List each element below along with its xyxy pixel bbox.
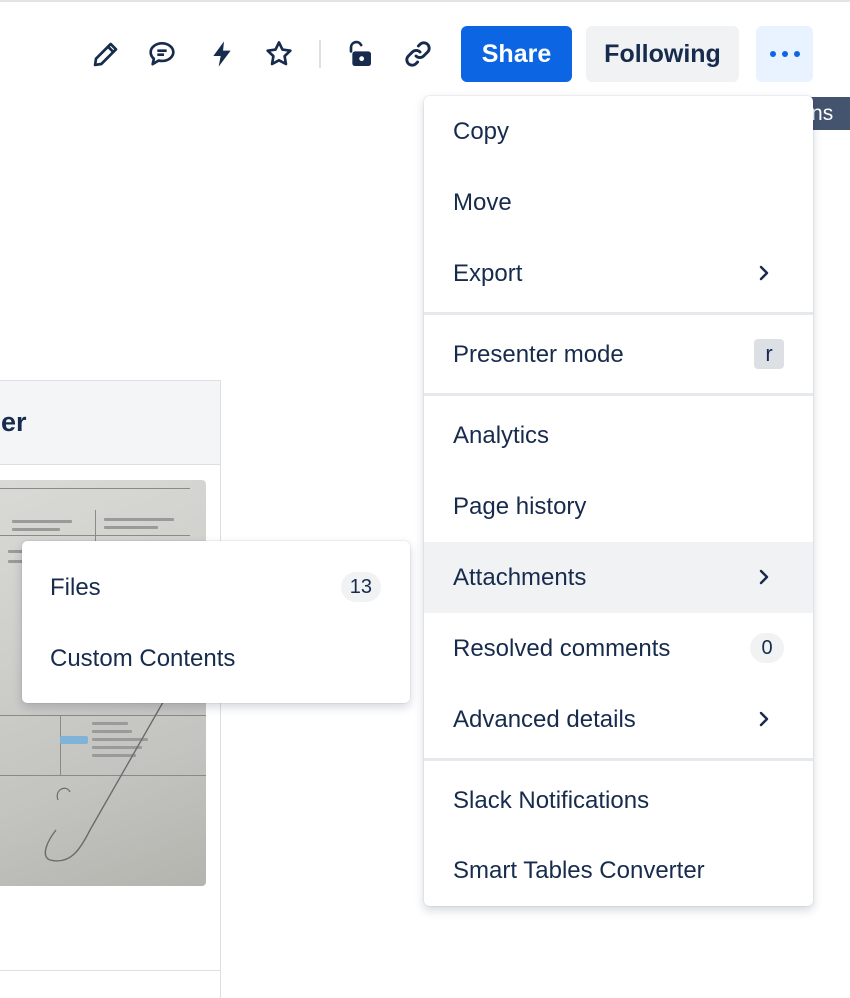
menu-item-label: Page history (453, 493, 587, 520)
menu-item-copy[interactable]: Copy (424, 96, 813, 167)
menu-divider (424, 393, 813, 396)
chevron-right-icon (759, 711, 769, 727)
menu-item-label: Export (453, 260, 523, 287)
menu-item-export[interactable]: Export (424, 238, 813, 309)
link-icon[interactable] (400, 36, 436, 72)
menu-item-page-history[interactable]: Page history (424, 471, 813, 542)
share-button[interactable]: Share (461, 26, 572, 82)
menu-item-smart-tables-converter[interactable]: Smart Tables Converter (424, 835, 813, 906)
table-header: er (0, 381, 220, 465)
menu-item-label: Move (453, 189, 512, 216)
menu-item-slack-notifications[interactable]: Slack Notifications (424, 765, 813, 836)
menu-item-label: Analytics (453, 422, 550, 449)
page-toolbar: Share Following (0, 26, 850, 82)
count-badge: 0 (750, 633, 784, 663)
menu-item-attachments[interactable]: Attachments (424, 542, 813, 613)
menu-item-label: Presenter mode (453, 341, 624, 368)
top-border (0, 0, 850, 2)
more-actions-button[interactable] (756, 26, 813, 82)
edit-icon[interactable] (88, 36, 124, 72)
menu-divider (424, 758, 813, 761)
menu-item-label: Attachments (453, 564, 587, 591)
keyboard-shortcut: r (754, 339, 784, 369)
menu-item-advanced-details[interactable]: Advanced details (424, 684, 813, 755)
menu-item-analytics[interactable]: Analytics (424, 400, 813, 471)
automation-icon[interactable] (204, 36, 240, 72)
menu-item-label: Resolved comments (453, 635, 671, 662)
more-actions-menu: Copy Move Export Presenter mode r Analyt… (424, 96, 813, 906)
count-badge: 13 (340, 572, 381, 602)
menu-item-resolved-comments[interactable]: Resolved comments 0 (424, 613, 813, 684)
menu-item-label: Copy (453, 118, 510, 145)
more-dots-icon (769, 51, 800, 57)
comment-icon[interactable] (144, 36, 180, 72)
submenu-item-files[interactable]: Files 13 (22, 552, 410, 623)
menu-item-label: Custom Contents (50, 645, 236, 672)
restrictions-icon[interactable] (341, 36, 377, 72)
menu-divider (424, 312, 813, 315)
star-icon[interactable] (261, 36, 297, 72)
menu-item-label: Smart Tables Converter (453, 857, 705, 884)
chevron-right-icon (759, 265, 769, 281)
attachments-submenu: Files 13 Custom Contents (22, 541, 410, 703)
table-row-divider (0, 970, 220, 971)
chevron-right-icon (759, 569, 769, 585)
table-header-text: er (1, 407, 27, 437)
menu-item-label: Advanced details (453, 706, 636, 733)
menu-item-move[interactable]: Move (424, 167, 813, 238)
toolbar-divider (319, 40, 321, 68)
following-button[interactable]: Following (586, 26, 739, 82)
menu-item-label: Files (50, 574, 101, 601)
menu-item-label: Slack Notifications (453, 787, 650, 814)
submenu-item-custom-contents[interactable]: Custom Contents (22, 623, 410, 694)
menu-item-presenter-mode[interactable]: Presenter mode r (424, 319, 813, 390)
